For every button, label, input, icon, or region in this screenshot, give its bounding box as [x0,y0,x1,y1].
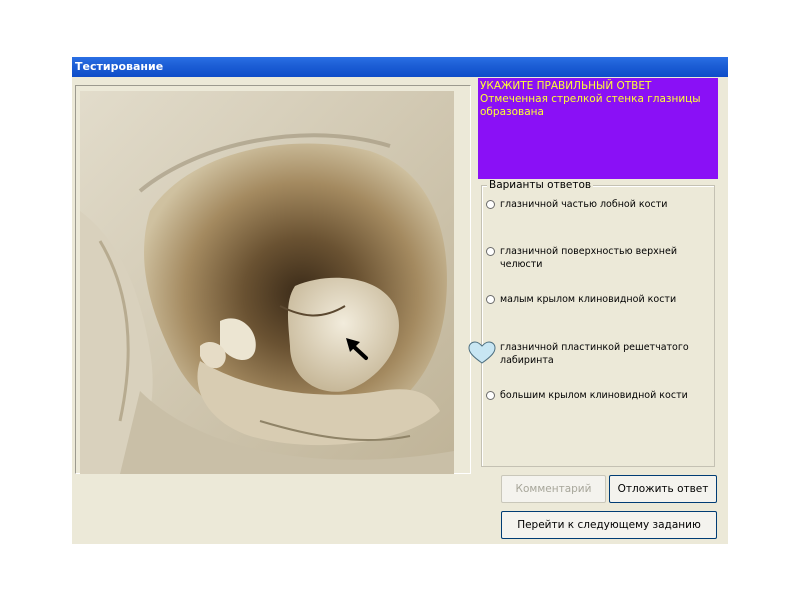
answer-label: малым крылом клиновидной кости [500,294,677,305]
image-frame [75,85,471,474]
next-task-button[interactable]: Перейти к следующему заданию [501,511,717,539]
radio-icon[interactable] [486,391,495,400]
test-window: Тестирование УКАЖИТЕ ПРАВИЛЬНЫЙ ОТВЕТ От… [72,57,728,544]
question-text: Отмеченная стрелкой стенка глазницы обра… [480,93,701,118]
answer-label: глазничной поверхностью верхней челюсти [500,246,677,270]
comment-button[interactable]: Комментарий [501,475,606,503]
question-panel: УКАЖИТЕ ПРАВИЛЬНЫЙ ОТВЕТ Отмеченная стре… [478,78,718,179]
radio-icon[interactable] [486,247,495,256]
radio-icon[interactable] [486,200,495,209]
answer-option-2[interactable]: глазничной поверхностью верхней челюсти [486,245,712,271]
answer-option-3[interactable]: малым крылом клиновидной кости [486,293,712,306]
answer-label: глазничной пластинкой решетчатого лабири… [500,342,689,366]
answers-legend: Варианты ответов [487,179,594,191]
skull-orbit-photo [80,91,454,474]
answer-label: глазничной частью лобной кости [500,199,668,210]
postpone-button[interactable]: Отложить ответ [609,475,717,503]
radio-icon[interactable] [486,295,495,304]
answer-label: большим крылом клиновидной кости [500,390,688,401]
answer-option-5[interactable]: большим крылом клиновидной кости [486,389,712,402]
answer-option-4[interactable]: глазничной пластинкой решетчатого лабири… [486,341,712,367]
heart-pointer-icon [468,341,496,364]
window-title: Тестирование [72,57,728,77]
question-heading: УКАЖИТЕ ПРАВИЛЬНЫЙ ОТВЕТ [480,80,652,92]
answer-option-1[interactable]: глазничной частью лобной кости [486,198,712,211]
answers-group: Варианты ответов глазничной частью лобно… [481,179,715,467]
